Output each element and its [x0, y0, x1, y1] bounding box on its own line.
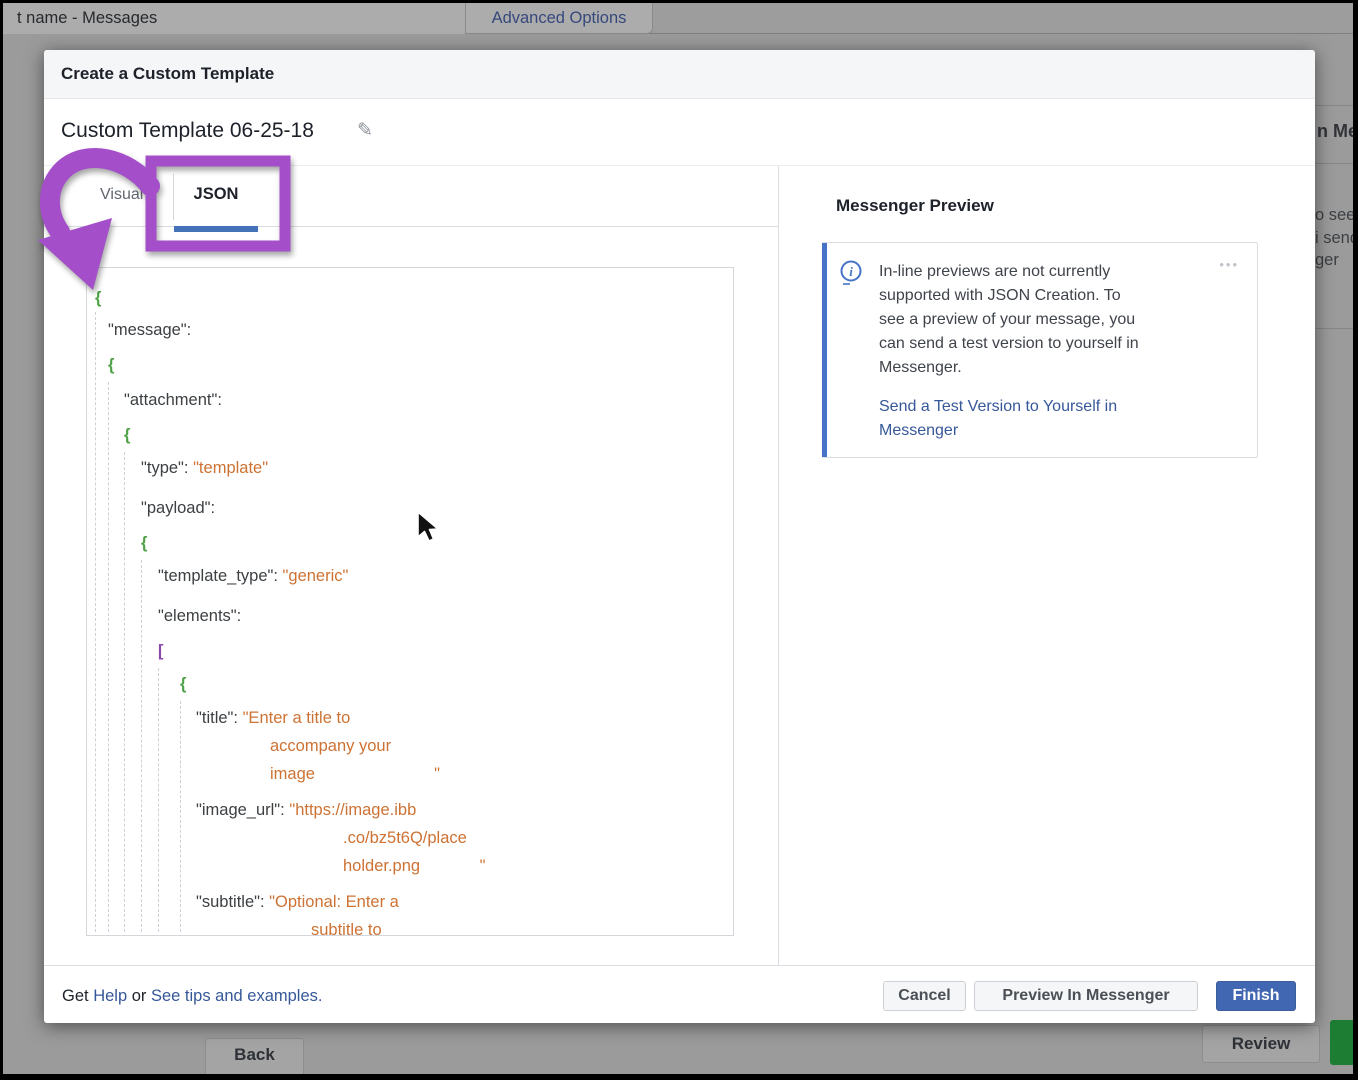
code-line: { — [95, 284, 101, 312]
cancel-button[interactable]: Cancel — [883, 981, 966, 1011]
indent-guide — [180, 701, 181, 932]
code-line: { — [108, 351, 114, 379]
frame-border — [1353, 0, 1358, 1080]
background-title-field: t name - Messages — [3, 3, 466, 34]
advanced-options-button[interactable]: Advanced Options — [466, 3, 653, 34]
finish-button[interactable]: Finish — [1216, 981, 1296, 1011]
messenger-preview-title: Messenger Preview — [836, 196, 994, 216]
divider — [1315, 105, 1353, 106]
info-text: In-line previews are not currentlysuppor… — [879, 260, 1219, 380]
code-line: "message": — [108, 316, 191, 344]
json-editor[interactable]: {"message":{"attachment":{"type": "templ… — [86, 267, 734, 936]
modal-header: Create a Custom Template — [44, 50, 1315, 99]
more-options-icon[interactable]: ••• — [1219, 257, 1239, 272]
preview-in-messenger-button[interactable]: Preview In Messenger — [974, 981, 1198, 1011]
code-line: { — [141, 529, 147, 557]
frame-border — [0, 1074, 1358, 1080]
modal-title: Create a Custom Template — [61, 64, 274, 84]
info-accent-bar — [822, 243, 827, 457]
cancel-label: Cancel — [898, 987, 950, 1005]
advanced-options-label: Advanced Options — [492, 9, 627, 28]
code-line: "attachment": — [124, 386, 222, 414]
frame-border — [0, 0, 1358, 3]
frame-border — [0, 0, 3, 1080]
code-line: "image_url": "https://image.ibb — [196, 796, 416, 824]
code-line: "payload": — [141, 494, 215, 522]
send-test-version-link[interactable]: Send a Test Version to Yourself inMessen… — [879, 395, 1117, 443]
pane-divider — [778, 166, 779, 965]
code-line: "elements": — [158, 602, 241, 630]
info-icon: i — [840, 260, 864, 287]
create-custom-template-modal: Create a Custom Template Custom Template… — [44, 50, 1315, 1023]
background-toolbar: t name - Messages Advanced Options — [3, 3, 1353, 34]
preview-info-card: i ••• In-line previews are not currently… — [822, 242, 1258, 458]
footer-or-text: or — [127, 987, 151, 1005]
template-name-row: Custom Template 06-25-18 ✎ — [44, 99, 1315, 166]
finish-label: Finish — [1232, 987, 1279, 1005]
code-line: "template_type": "generic" — [158, 562, 348, 590]
active-tab-underline — [174, 226, 258, 232]
svg-text:i: i — [849, 264, 853, 279]
footer-help-text: Get Help or See tips and examples. — [62, 987, 323, 1006]
preview-in-messenger-label: Preview In Messenger — [1002, 987, 1169, 1005]
background-text-fragments: o seei sendger — [1315, 204, 1353, 272]
code-line: { — [180, 670, 186, 698]
background-heading-fragment: n Me — [1317, 121, 1353, 142]
tips-link[interactable]: See tips and examples. — [151, 987, 323, 1005]
code-line: image " — [270, 760, 440, 788]
footer-get-text: Get — [62, 987, 93, 1005]
background-right-fragment: n Me o seei sendger — [1315, 36, 1353, 1076]
indent-guide — [124, 452, 125, 932]
indent-guide — [108, 382, 109, 932]
edit-pencil-icon[interactable]: ✎ — [357, 119, 373, 142]
background-title: t name - Messages — [17, 9, 157, 28]
code-line: subtitle to — [311, 916, 382, 936]
footer-divider — [44, 965, 1315, 966]
tab-separator — [173, 174, 174, 220]
tab-json[interactable]: JSON — [186, 185, 246, 204]
indent-guide — [158, 668, 159, 932]
code-line: { — [124, 421, 130, 449]
code-line: accompany your — [270, 732, 391, 760]
code-line: "title": "Enter a title to — [196, 704, 350, 732]
indent-guide — [95, 312, 96, 932]
indent-guide — [141, 560, 142, 932]
code-line: "type": "template" — [141, 454, 268, 482]
back-label: Back — [234, 1045, 275, 1065]
divider — [1315, 328, 1353, 329]
tab-visual[interactable]: Visual — [100, 186, 143, 204]
divider — [1315, 163, 1353, 164]
editor-tab-bar: Visual JSON — [44, 166, 778, 227]
review-label: Review — [1232, 1034, 1291, 1054]
review-button[interactable]: Review — [1202, 1025, 1320, 1063]
screenshot-canvas: t name - Messages Advanced Options Back … — [0, 0, 1358, 1080]
back-button[interactable]: Back — [205, 1038, 304, 1078]
template-name: Custom Template 06-25-18 — [61, 119, 314, 143]
help-link[interactable]: Help — [93, 987, 127, 1005]
code-line: holder.png " — [343, 852, 486, 880]
code-line: .co/bz5t6Q/place — [343, 824, 467, 852]
code-line: [ — [158, 637, 164, 665]
code-line: "subtitle": "Optional: Enter a — [196, 888, 399, 916]
